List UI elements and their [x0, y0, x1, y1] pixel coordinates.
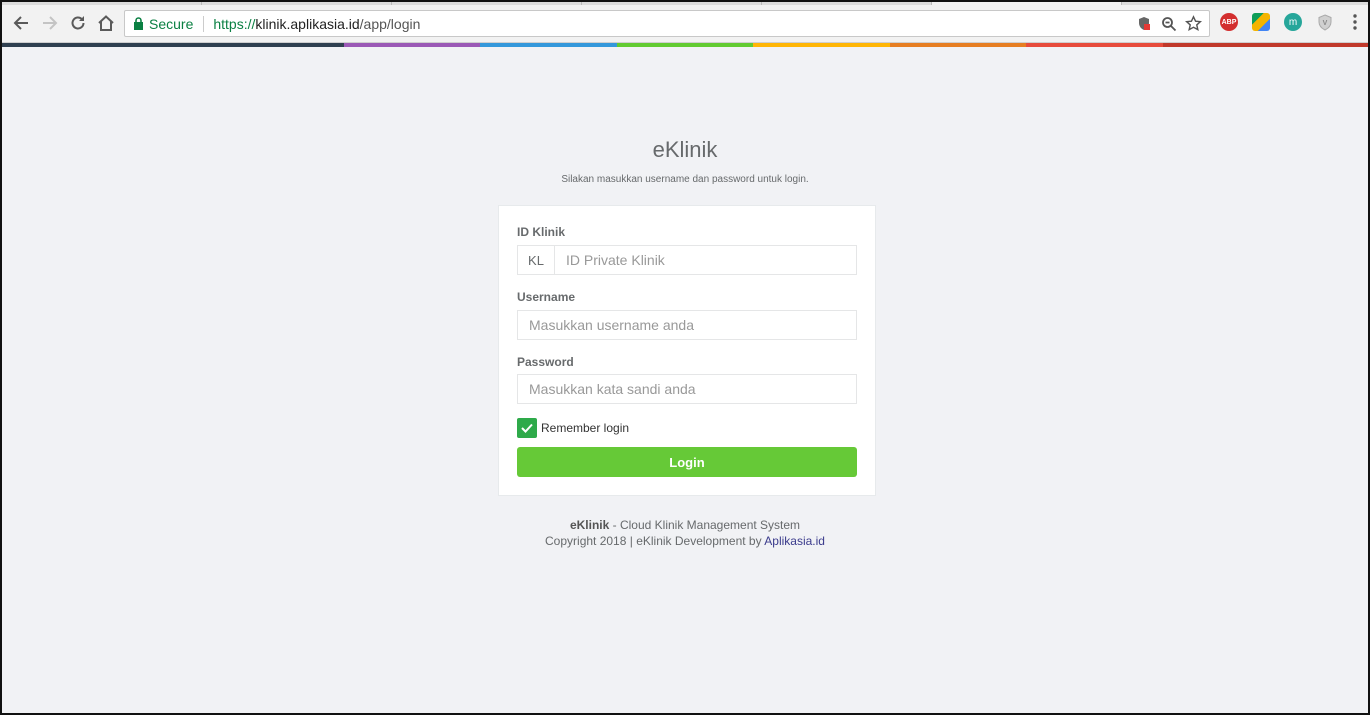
footer-brand: eKlinik	[569, 518, 610, 532]
browser-window: Secure https://klinik.aplikasia.id/app/l…	[0, 0, 1370, 715]
color-stripe-segment	[2, 43, 344, 47]
secure-label: Secure	[149, 15, 194, 32]
url-text[interactable]: https://klinik.aplikasia.id/app/login	[213, 16, 420, 32]
footer-copyright: Copyright 2018 | eKlinik Development by	[545, 534, 765, 548]
remember-checkbox[interactable]	[517, 418, 537, 438]
url-host: klinik.aplikasia.id	[255, 15, 360, 32]
page-title: eKlinik	[652, 137, 718, 162]
check-icon	[521, 423, 533, 433]
extensions-area: ABP m V	[1206, 13, 1360, 31]
zoom-icon[interactable]	[1159, 14, 1178, 33]
color-stripe-segment	[343, 43, 481, 47]
color-stripe-segment	[616, 43, 754, 47]
username-input[interactable]: Masukkan username anda	[517, 310, 857, 340]
reload-icon[interactable]	[67, 12, 89, 34]
remember-login[interactable]: Remember login	[517, 418, 629, 438]
footer-tagline: - Cloud Klinik Management System	[609, 518, 801, 532]
page-subtitle: Silakan masukkan username dan password u…	[561, 174, 809, 185]
color-stripe-segment	[753, 43, 890, 47]
color-stripe-segment	[1026, 43, 1164, 47]
footer-company-link[interactable]: Aplikasia.id	[764, 534, 825, 548]
username-label: Username	[517, 290, 576, 304]
adblock-plus-icon[interactable]: ABP	[1220, 13, 1238, 31]
back-arrow-icon[interactable]	[10, 12, 32, 34]
url-scheme: https://	[213, 15, 256, 32]
color-stripe-segment	[480, 43, 617, 47]
shield-icon[interactable]	[1134, 14, 1153, 33]
id-klinik-label: ID Klinik	[517, 225, 566, 239]
id-prefix-addon: KL	[517, 245, 555, 275]
star-icon[interactable]	[1184, 14, 1203, 33]
forward-arrow-icon[interactable]	[39, 12, 61, 34]
footer-line-1: eKlinik - Cloud Klinik Management System	[2, 518, 1368, 532]
google-drive-icon[interactable]	[1252, 13, 1270, 31]
omnibox-icons	[1134, 14, 1203, 33]
shield-extension-icon[interactable]: V	[1316, 13, 1334, 31]
url-path: /app/login	[359, 15, 421, 32]
remember-label: Remember login	[541, 421, 630, 435]
footer-line-2: Copyright 2018 | eKlinik Development by …	[2, 534, 1368, 548]
m-extension-icon[interactable]: m	[1284, 13, 1302, 31]
id-klinik-input[interactable]: ID Private Klinik	[555, 245, 857, 275]
address-divider	[203, 15, 205, 32]
svg-text:V: V	[1323, 20, 1328, 27]
lock-icon	[133, 17, 144, 30]
color-stripe-segment	[1163, 43, 1368, 47]
color-stripe	[2, 43, 1368, 47]
password-label: Password	[517, 355, 574, 369]
color-stripe-segment	[889, 43, 1027, 47]
home-icon[interactable]	[95, 12, 117, 34]
password-input[interactable]: Masukkan kata sandi anda	[517, 374, 857, 404]
login-button[interactable]: Login	[517, 447, 857, 477]
login-form: ID Klinik KL ID Private Klinik Username …	[498, 205, 876, 496]
more-vertical-icon[interactable]	[1350, 13, 1360, 31]
id-klinik-group: KL ID Private Klinik	[517, 245, 857, 275]
browser-toolbar: Secure https://klinik.aplikasia.id/app/l…	[2, 2, 1368, 43]
address-bar[interactable]: Secure https://klinik.aplikasia.id/app/l…	[124, 10, 1210, 37]
tab-strip	[2, 2, 1368, 5]
